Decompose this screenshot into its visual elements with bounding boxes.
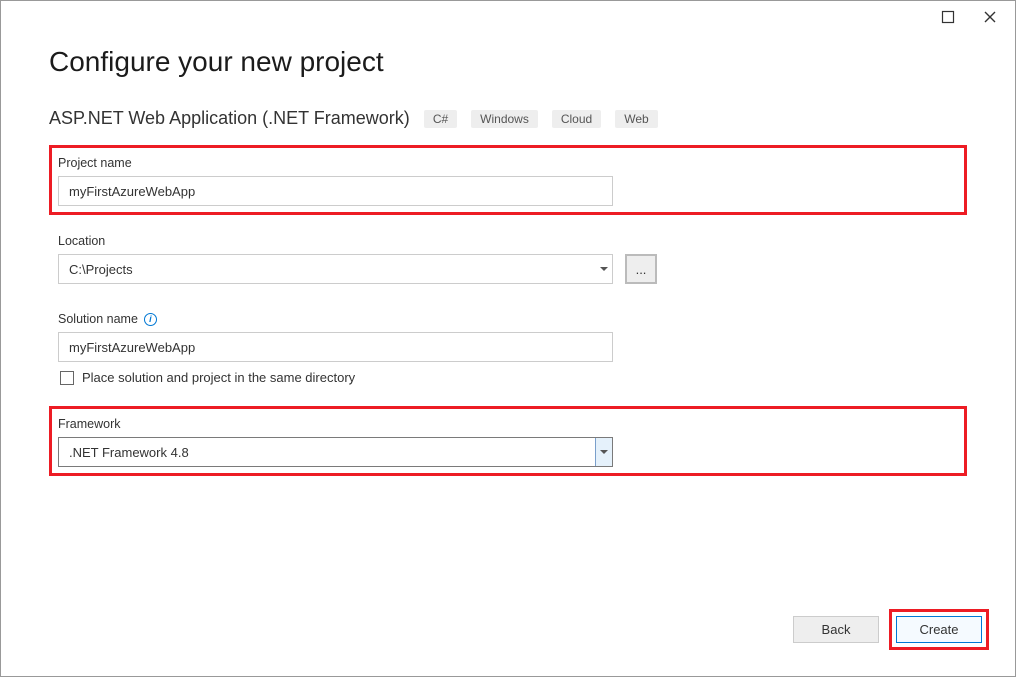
location-label: Location — [58, 234, 958, 248]
framework-label: Framework — [58, 417, 958, 431]
chevron-down-icon — [595, 438, 612, 466]
browse-button[interactable]: ... — [625, 254, 657, 284]
tag-windows: Windows — [471, 110, 538, 128]
create-button[interactable]: Create — [896, 616, 982, 643]
highlight-framework: Framework .NET Framework 4.8 — [49, 406, 967, 476]
location-combo[interactable]: C:\Projects — [58, 254, 613, 284]
tag-web: Web — [615, 110, 657, 128]
maximize-icon[interactable] — [941, 10, 955, 24]
framework-combo[interactable]: .NET Framework 4.8 — [58, 437, 613, 467]
highlight-project-name: Project name — [49, 145, 967, 215]
close-icon[interactable] — [983, 10, 997, 24]
page-title: Configure your new project — [49, 46, 967, 78]
project-name-input[interactable] — [58, 176, 613, 206]
solution-name-input[interactable] — [58, 332, 613, 362]
highlight-create: Create — [889, 609, 989, 650]
chevron-down-icon — [596, 255, 612, 283]
tag-csharp: C# — [424, 110, 457, 128]
project-name-label: Project name — [58, 156, 958, 170]
tag-cloud: Cloud — [552, 110, 601, 128]
location-value: C:\Projects — [69, 262, 133, 277]
back-button[interactable]: Back — [793, 616, 879, 643]
info-icon[interactable]: i — [144, 313, 157, 326]
template-subtitle: ASP.NET Web Application (.NET Framework) — [49, 108, 410, 129]
solution-name-label: Solution name i — [58, 312, 958, 326]
framework-value: .NET Framework 4.8 — [69, 445, 189, 460]
same-directory-label: Place solution and project in the same d… — [82, 370, 355, 385]
same-directory-checkbox[interactable] — [60, 371, 74, 385]
